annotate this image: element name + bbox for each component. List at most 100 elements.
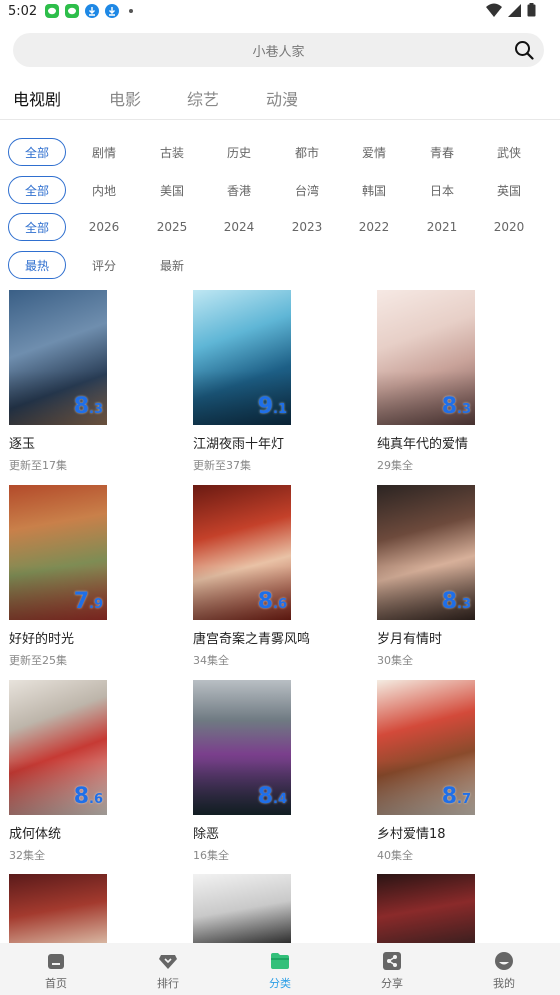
filter-row-sort: 最热 评分 最新 <box>8 251 553 279</box>
card-title: 逐玉 <box>9 437 36 452</box>
filter-chip[interactable]: 2025 <box>154 213 190 241</box>
filter-chip[interactable]: 韩国 <box>360 176 388 204</box>
filter-chip[interactable]: 评分 <box>90 251 118 279</box>
filter-chip[interactable]: 全部 <box>8 176 66 204</box>
nav-profile[interactable]: 我的 <box>448 943 560 995</box>
filter-chip[interactable]: 剧情 <box>90 138 118 166</box>
content-card[interactable]: 8.6 成何体统 32集全 <box>9 680 179 863</box>
content-card[interactable]: 8.7 乡村爱情18 40集全 <box>377 680 547 863</box>
content-card[interactable] <box>193 874 363 944</box>
card-episode-info: 40集全 <box>377 849 413 862</box>
nav-label: 分享 <box>381 977 403 990</box>
notification-dot-icon <box>129 9 134 13</box>
folder-icon <box>271 953 289 969</box>
tabs-divider <box>0 119 560 120</box>
poster-image: 8.3 <box>377 290 475 425</box>
poster-image: 8.7 <box>377 680 475 815</box>
search-icon[interactable] <box>514 40 534 60</box>
content-card[interactable]: 7.9 好好的时光 更新至25集 <box>9 485 179 668</box>
card-episode-info: 更新至25集 <box>9 654 67 667</box>
card-title: 成何体统 <box>9 827 62 842</box>
score-label: 8.6 <box>257 589 287 614</box>
tab-tv-series[interactable]: 电视剧 <box>13 86 93 112</box>
poster-image: 8.3 <box>9 290 107 425</box>
card-title: 江湖夜雨十年灯 <box>193 437 285 452</box>
filter-chip[interactable]: 2020 <box>491 213 527 241</box>
poster-image: 8.6 <box>9 680 107 815</box>
status-bar: 5:02 <box>0 0 560 22</box>
tab-variety[interactable]: 综艺 <box>187 86 267 112</box>
score-label: 8.7 <box>441 784 471 809</box>
score-label: 8.6 <box>73 784 103 809</box>
filter-chip[interactable]: 台湾 <box>293 176 321 204</box>
score-label: 7.9 <box>73 589 103 614</box>
filter-chip[interactable]: 美国 <box>158 176 186 204</box>
filter-chip[interactable]: 2021 <box>424 213 460 241</box>
card-title: 乡村爱情18 <box>377 827 446 842</box>
card-episode-info: 30集全 <box>377 654 413 667</box>
score-label: 9.1 <box>257 394 287 419</box>
score-label: 8.3 <box>441 589 471 614</box>
poster-image: 8.4 <box>193 680 291 815</box>
filter-chip[interactable]: 最热 <box>8 251 66 279</box>
nav-label: 分类 <box>269 977 291 990</box>
nav-label: 首页 <box>45 977 67 990</box>
chat-app-icon <box>45 4 60 18</box>
nav-ranking[interactable]: 排行 <box>112 943 224 995</box>
filter-chip[interactable]: 英国 <box>495 176 523 204</box>
status-time: 5:02 <box>8 3 38 19</box>
content-card[interactable]: 8.3 逐玉 更新至17集 <box>9 290 179 473</box>
nav-home[interactable]: 首页 <box>0 943 112 995</box>
card-episode-info: 更新至37集 <box>193 459 251 472</box>
bottom-navigation: 首页 排行 分类 分享 我的 <box>0 943 560 995</box>
filter-chip[interactable]: 青春 <box>428 138 456 166</box>
chat-app-icon <box>65 4 80 18</box>
filter-chip[interactable]: 2022 <box>356 213 392 241</box>
content-card[interactable]: 8.3 纯真年代的爱情 29集全 <box>377 290 547 473</box>
content-card[interactable]: 8.4 除恶 16集全 <box>193 680 363 863</box>
filter-chip[interactable]: 内地 <box>90 176 118 204</box>
nav-share[interactable]: 分享 <box>336 943 448 995</box>
tab-movies[interactable]: 电影 <box>109 86 189 112</box>
filter-chip[interactable]: 爱情 <box>360 138 388 166</box>
card-title: 岁月有情时 <box>377 632 443 647</box>
filter-chip[interactable]: 最新 <box>158 251 186 279</box>
filter-chip[interactable]: 武侠 <box>495 138 523 166</box>
score-label: 8.3 <box>441 394 471 419</box>
content-card[interactable] <box>377 874 547 944</box>
download-icon <box>105 4 120 18</box>
filter-chip[interactable]: 历史 <box>225 138 253 166</box>
score-label: 8.3 <box>73 394 103 419</box>
content-card[interactable] <box>9 874 179 944</box>
content-card[interactable]: 8.3 岁月有情时 30集全 <box>377 485 547 668</box>
card-episode-info: 34集全 <box>193 654 229 667</box>
card-title: 除恶 <box>193 827 220 842</box>
nav-label: 我的 <box>493 977 515 990</box>
filter-chip[interactable]: 2023 <box>289 213 325 241</box>
filter-chip[interactable]: 2024 <box>221 213 257 241</box>
content-card[interactable]: 8.6 唐宫奇案之青雾风鸣 34集全 <box>193 485 363 668</box>
filter-chip[interactable]: 日本 <box>428 176 456 204</box>
share-icon <box>383 952 401 970</box>
search-bar[interactable]: 小巷人家 <box>13 33 544 67</box>
filter-chip[interactable]: 香港 <box>225 176 253 204</box>
filter-chip[interactable]: 全部 <box>8 138 66 166</box>
filter-row-region: 全部 内地 美国 香港 台湾 韩国 日本 英国 <box>8 176 553 204</box>
content-card[interactable]: 9.1 江湖夜雨十年灯 更新至37集 <box>193 290 363 473</box>
signal-icon <box>508 3 521 17</box>
tab-anime[interactable]: 动漫 <box>266 86 346 112</box>
card-episode-info: 29集全 <box>377 459 413 472</box>
filter-row-year: 全部 2026 2025 2024 2023 2022 2021 2020 <box>8 213 553 241</box>
profile-icon <box>495 952 513 970</box>
poster-image <box>193 874 291 944</box>
poster-image: 7.9 <box>9 485 107 620</box>
filter-chip[interactable]: 2026 <box>86 213 122 241</box>
filter-row-genre: 全部 剧情 古装 历史 都市 爱情 青春 武侠 <box>8 138 553 166</box>
filter-chip[interactable]: 全部 <box>8 213 66 241</box>
nav-category[interactable]: 分类 <box>224 943 336 995</box>
search-placeholder: 小巷人家 <box>252 44 305 60</box>
poster-image <box>9 874 107 944</box>
category-tabs: 电视剧 电影 综艺 动漫 <box>13 86 346 112</box>
filter-chip[interactable]: 古装 <box>158 138 186 166</box>
filter-chip[interactable]: 都市 <box>293 138 321 166</box>
